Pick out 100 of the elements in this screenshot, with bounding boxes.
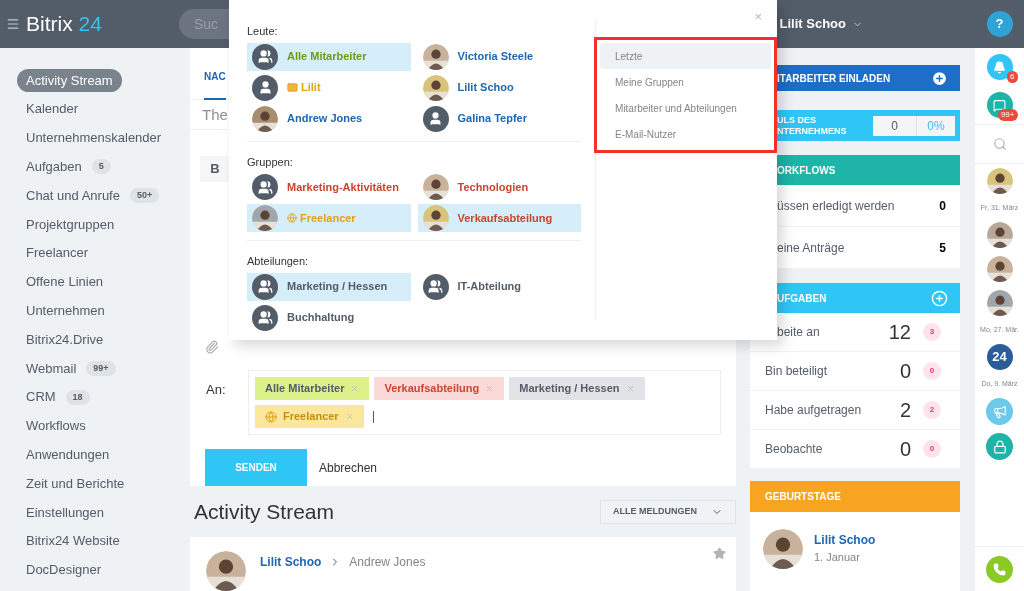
count-badge: 2 (923, 401, 941, 419)
lock-icon[interactable] (986, 433, 1013, 460)
remove-icon[interactable] (344, 412, 354, 421)
logo: Bitrix 24 (26, 11, 102, 38)
group-icon (252, 304, 278, 331)
widget-row[interactable]: Habe aufgetragen 2 2 (750, 391, 960, 430)
recipient-option[interactable]: Buchhaltung (247, 303, 411, 332)
sidebar-item[interactable]: Einstellungen (17, 500, 114, 525)
pulse-percent: 0% (926, 117, 946, 135)
remove-icon[interactable] (625, 384, 635, 393)
recipient-option[interactable]: IT-Abteilung (417, 272, 581, 301)
sidebar-item[interactable]: Offene Linien (17, 270, 113, 294)
page-title: Activity Stream (193, 498, 335, 525)
attach-icon[interactable] (205, 340, 219, 354)
row-count: 12 (887, 320, 911, 345)
chat-button[interactable] (986, 92, 1013, 118)
count-badge: 0 (923, 362, 941, 380)
section-title: Abteilungen: (247, 254, 310, 269)
counter-badge: 99+ (86, 360, 116, 376)
person-link[interactable]: Lilit Schoo (814, 531, 876, 550)
user-name[interactable]: Lilit Schoo (779, 14, 846, 34)
megaphone-icon[interactable] (986, 398, 1013, 425)
row-label: üssen erledigt werden (777, 197, 896, 215)
sidebar-item[interactable]: Anwendungen (17, 443, 119, 467)
sidebar-item[interactable]: Unternehmen (17, 299, 114, 323)
remove-icon[interactable] (350, 384, 360, 393)
menu-icon[interactable] (6, 17, 20, 31)
sidebar-item[interactable]: Activity Stream (17, 68, 122, 93)
globe-icon (265, 410, 277, 423)
section-title: Leute: (247, 24, 279, 39)
sidebar-item[interactable]: DocDesigner (17, 558, 111, 582)
recipient-name[interactable]: Andrew Jones (349, 553, 426, 571)
recipient-option[interactable]: Andrew Jones (247, 104, 411, 133)
row-count: 5 (939, 239, 946, 257)
sidebar-item[interactable]: Kalender (17, 97, 88, 121)
widget-title[interactable]: ITARBEITER EINLADEN (777, 70, 891, 86)
row-label: Bin beteiligt (765, 363, 829, 380)
section-title: Gruppen: (247, 154, 294, 170)
row-label: Habe aufgetragen (765, 402, 863, 419)
recipient-option[interactable]: Marketing-Aktivitäten (247, 173, 411, 201)
sidebar-item[interactable]: Workflows (17, 414, 95, 438)
recipients-field[interactable]: Alle Mitarbeiter Verkaufsabteilung Marketing / Hessen Freelancer (248, 370, 721, 435)
group-icon (252, 273, 278, 300)
count-badge: 3 (923, 323, 941, 341)
counter-badge: 18 (65, 389, 90, 405)
birthday-date: 1. Januar (814, 550, 861, 566)
sidebar-item[interactable]: Projektgruppen (17, 212, 124, 237)
user-icon (252, 74, 278, 101)
star-icon[interactable] (713, 547, 726, 560)
author-link[interactable]: Lilit Schoo (260, 553, 322, 571)
filter-tab[interactable]: E-Mail-Nutzer (600, 121, 771, 147)
remove-icon[interactable] (485, 384, 495, 393)
group-icon (252, 174, 278, 200)
counter-badge: 5 (91, 159, 111, 175)
widget-row[interactable]: Beobachte 0 0 (750, 430, 960, 469)
recipient-tag[interactable]: Verkaufsabteilung (374, 377, 505, 400)
sidebar-item[interactable]: Chat und Anrufe (17, 183, 129, 208)
sidebar-item[interactable]: CRM (17, 385, 65, 409)
recipient-option[interactable]: Verkaufsabteilung (417, 204, 581, 232)
notifications-button[interactable] (986, 54, 1013, 80)
recipient-option[interactable]: Technologien (417, 173, 581, 201)
row-label: eine Anträge (777, 239, 846, 257)
bold-button[interactable]: B (200, 155, 230, 182)
row-label: beite an (777, 324, 821, 341)
recipient-option[interactable]: Lilit Schoo (417, 73, 581, 102)
widget-row[interactable]: beite an 12 3 (750, 313, 960, 352)
filter-dropdown[interactable]: ALLE MELDUNGEN (600, 499, 736, 524)
recipient-tag[interactable]: Marketing / Hessen (509, 377, 645, 400)
group-icon (422, 273, 449, 300)
sidebar-item[interactable]: Freelancer (17, 241, 98, 265)
chat-icon (993, 98, 1006, 112)
row-count: 0 (939, 197, 946, 215)
add-icon[interactable] (931, 69, 948, 87)
row-label: Beobachte (765, 441, 824, 458)
recipient-tag[interactable]: Alle Mitarbeiter (255, 377, 370, 400)
sidebar-item[interactable]: Webmail (17, 356, 86, 381)
notification-badge: 99+ (997, 109, 1018, 121)
sidebar-item[interactable]: Zeit und Berichte (17, 471, 134, 496)
group-icon (252, 43, 278, 70)
recipient-option[interactable]: Victoria Steele (417, 42, 581, 71)
phone-icon[interactable] (986, 555, 1013, 583)
globe-icon (287, 213, 297, 223)
row-count: 0 (898, 359, 911, 384)
sidebar-item[interactable]: Unternehmenskalender (17, 126, 171, 150)
recipient-option[interactable]: Marketing / Hessen (247, 272, 411, 301)
recipient-option[interactable]: Galina Tepfer (417, 104, 581, 133)
search-icon[interactable] (992, 137, 1007, 151)
chat-logo[interactable]: 24 (986, 344, 1013, 370)
sidebar-item[interactable]: Bitrix24 Website (17, 529, 129, 553)
sidebar-item[interactable]: Aufgaben (17, 155, 91, 179)
counter-badge: 50+ (129, 188, 160, 204)
filter-tab[interactable]: Mitarbeiter und Abteilungen (600, 95, 771, 121)
sidebar-item[interactable]: Bitrix24.Drive (17, 327, 113, 352)
filter-tab[interactable]: Meine Gruppen (600, 69, 771, 95)
cancel-button[interactable]: Abbrechen (319, 458, 378, 477)
user-icon (422, 105, 449, 132)
filter-tab[interactable]: Letzte (600, 43, 771, 69)
widget-row[interactable]: Bin beteiligt 0 0 (750, 352, 960, 391)
row-count: 0 (898, 437, 911, 462)
recipients-label: An: (206, 381, 227, 399)
